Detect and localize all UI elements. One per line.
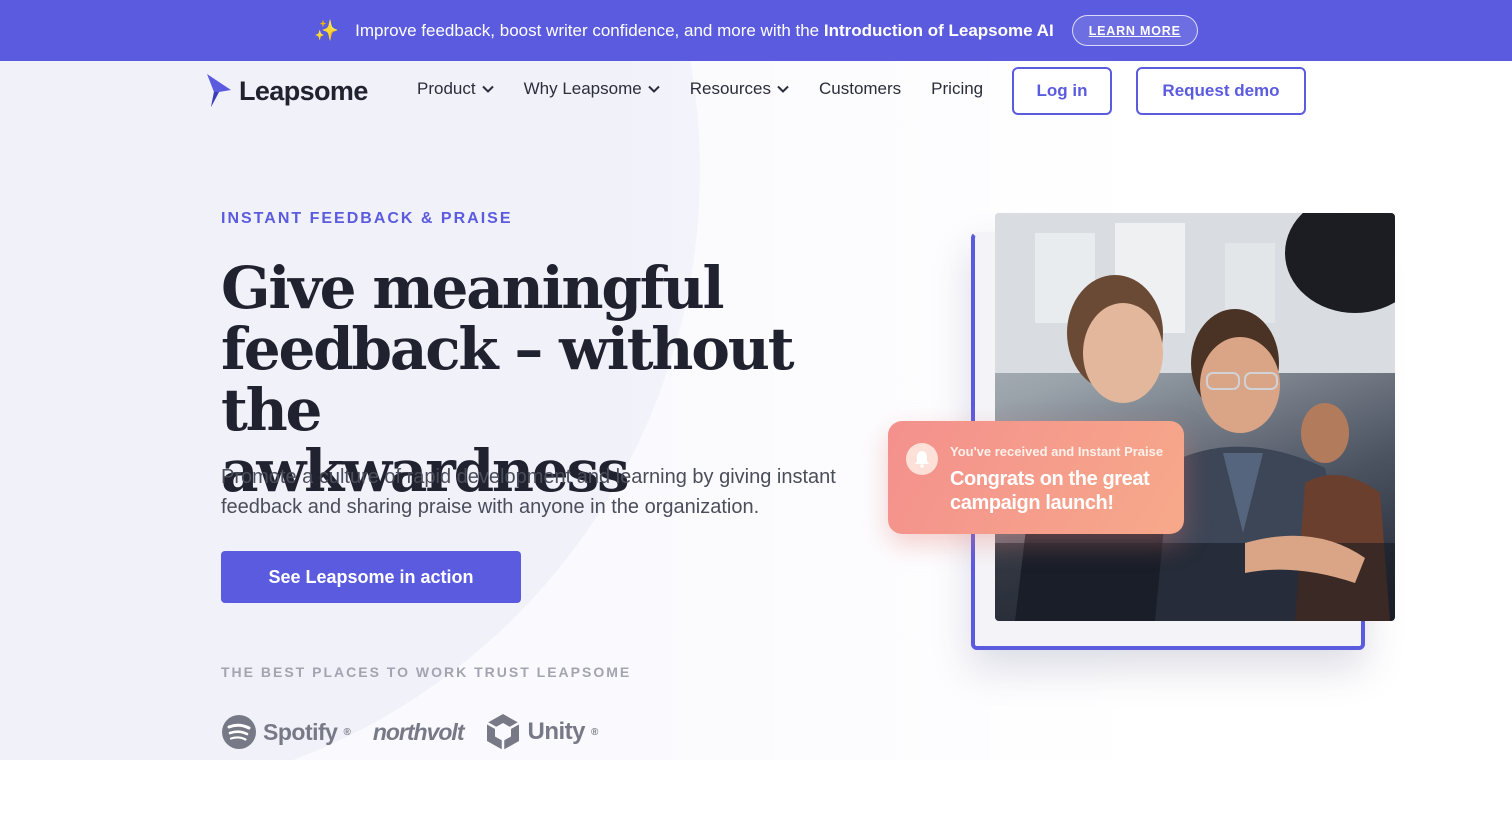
hero-photo	[995, 213, 1395, 621]
learn-more-button[interactable]: LEARN MORE	[1071, 15, 1198, 46]
login-button[interactable]: Log in	[1012, 67, 1112, 115]
sparkle-icon: ✨	[314, 20, 340, 42]
trust-heading: THE BEST PLACES TO WORK TRUST LEAPSOME	[221, 664, 632, 680]
chevron-down-icon	[481, 85, 494, 93]
praise-notification-label: You've received and Instant Praise	[950, 444, 1164, 459]
unity-logo: Unity ®	[485, 712, 598, 752]
spotify-wordmark: Spotify	[263, 718, 338, 745]
headline-line: feedback – without the	[221, 315, 795, 444]
spotify-logo: Spotify ®	[221, 714, 351, 750]
nav-item-resources[interactable]: Resources	[690, 79, 789, 99]
nav-item-product[interactable]: Product	[417, 79, 494, 99]
logo-text: Leapsome	[239, 75, 368, 106]
chevron-down-icon	[777, 85, 789, 93]
customer-logos: Spotify ® northvolt Unity ®	[221, 710, 598, 754]
nav-item-customers[interactable]: Customers	[819, 79, 901, 99]
headline-line: Give meaningful	[221, 254, 724, 322]
instant-praise-card: You've received and Instant Praise Congr…	[888, 421, 1184, 534]
nav-menu: Product Why Leapsome Resources Customers…	[417, 79, 983, 99]
hero-subtext: Promote a culture of rapid development a…	[221, 466, 836, 518]
leapsome-bird-icon	[207, 74, 231, 107]
see-leapsome-in-action-button[interactable]: See Leapsome in action	[221, 551, 521, 603]
northvolt-wordmark: northvolt	[372, 718, 465, 745]
spotify-icon	[222, 715, 256, 749]
bell-icon	[906, 443, 938, 475]
chevron-down-icon	[648, 85, 660, 93]
people-illustration	[995, 213, 1395, 621]
hero-eyebrow: INSTANT FEEDBACK & PRAISE	[221, 210, 513, 227]
unity-wordmark: Unity	[527, 718, 585, 745]
announcement-bar: ✨ Improve feedback, boost writer confide…	[0, 0, 1512, 61]
request-demo-button[interactable]: Request demo	[1136, 67, 1306, 115]
praise-message: Congrats on the great campaign launch!	[950, 468, 1150, 514]
northvolt-logo: northvolt	[372, 718, 465, 746]
logo[interactable]: Leapsome	[205, 74, 368, 108]
nav-item-pricing[interactable]: Pricing	[931, 79, 983, 99]
unity-icon	[486, 714, 521, 750]
main-nav: Leapsome Product Why Leapsome Resources …	[0, 61, 1512, 121]
nav-item-why-leapsome[interactable]: Why Leapsome	[524, 79, 660, 99]
announcement-text: Improve feedback, boost writer confidenc…	[355, 20, 1054, 40]
